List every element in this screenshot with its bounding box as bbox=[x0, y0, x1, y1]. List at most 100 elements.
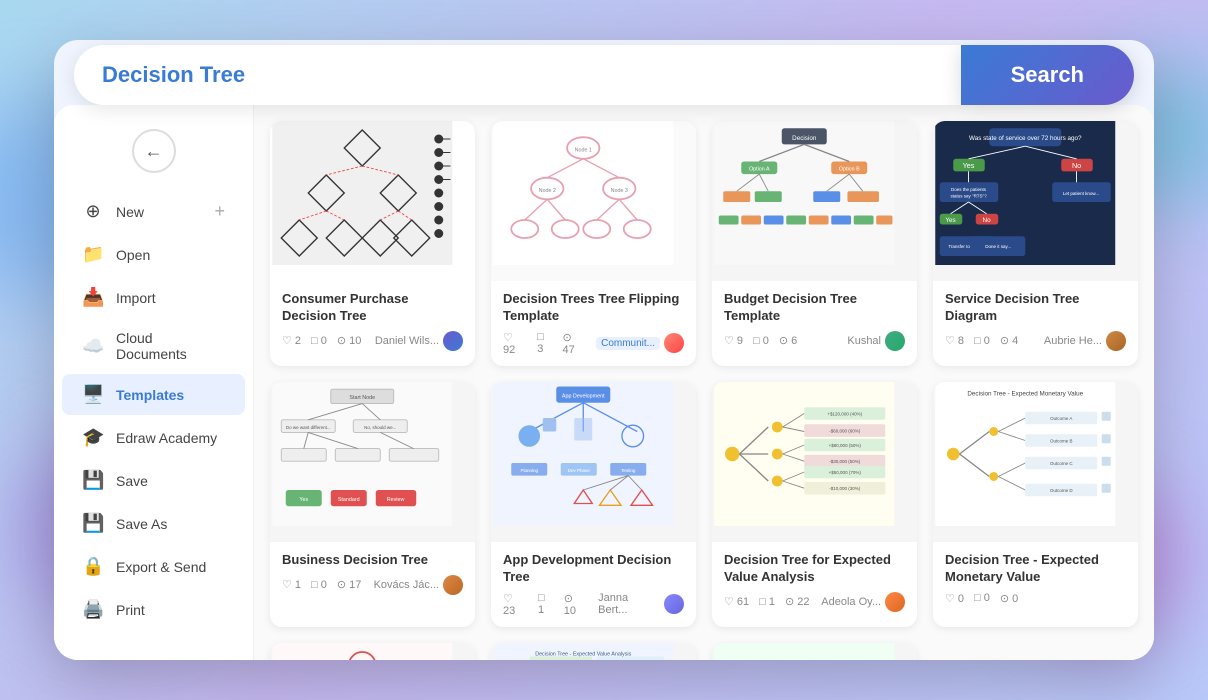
svg-text:No, should we...: No, should we... bbox=[364, 425, 396, 430]
sidebar-item-academy[interactable]: 🎓 Edraw Academy bbox=[62, 417, 245, 458]
card-meta-4: ♡ 8 □ 0 ⊙ 4 Aubrie He... bbox=[945, 331, 1126, 351]
sidebar-item-label: New bbox=[116, 204, 144, 220]
svg-text:Testing: Testing bbox=[621, 468, 636, 473]
card-thumbnail-4: Was state of service over 72 hours ago? … bbox=[933, 121, 1138, 281]
likes-1: ♡ 2 bbox=[282, 334, 301, 347]
comments-6: □ 1 bbox=[538, 592, 554, 616]
card-meta-2: ♡ 92 □ 3 ⊙ 47 Communit... bbox=[503, 331, 684, 356]
template-card-5[interactable]: Start Node Do we want different... No, s… bbox=[270, 382, 475, 627]
card-title-6: App Development Decision Tree bbox=[503, 552, 684, 586]
templates-grid: Consumer Purchase Decision Tree ♡ 2 □ 0 … bbox=[270, 121, 1138, 660]
sidebar-item-export[interactable]: 🔒 Export & Send bbox=[62, 546, 245, 587]
template-card-8[interactable]: Decision Tree - Expected Monetary Value bbox=[933, 382, 1138, 627]
search-input-wrapper bbox=[74, 45, 961, 105]
template-card-2[interactable]: Node 1 Node 2 Node 3 Decision Trees Tree… bbox=[491, 121, 696, 366]
card-title-3: Budget Decision Tree Template bbox=[724, 291, 905, 325]
likes-6: ♡ 23 bbox=[503, 592, 528, 617]
sidebar-item-label: Import bbox=[116, 290, 156, 306]
avatar-6 bbox=[664, 594, 684, 614]
card-info-8: Decision Tree - Expected Monetary Value … bbox=[933, 542, 1138, 615]
card-info-7: Decision Tree for Expected Value Analysi… bbox=[712, 542, 917, 622]
comments-2: □ 3 bbox=[537, 331, 552, 355]
template-card-9[interactable]: Start A B bbox=[270, 643, 475, 660]
template-card-4[interactable]: Was state of service over 72 hours ago? … bbox=[933, 121, 1138, 366]
template-card-7[interactable]: +$120,000 (40%) -$60,000 (60%) +$80,000 … bbox=[712, 382, 917, 627]
likes-4: ♡ 8 bbox=[945, 334, 964, 347]
template-card-3[interactable]: Decision Option A Option B bbox=[712, 121, 917, 366]
card-title-4: Service Decision Tree Diagram bbox=[945, 291, 1126, 325]
views-6: ⊙ 10 bbox=[564, 592, 588, 617]
svg-text:Outcome D: Outcome D bbox=[1050, 488, 1074, 493]
search-bar-area: Search bbox=[54, 40, 1154, 120]
svg-text:No: No bbox=[1072, 161, 1081, 170]
search-input[interactable] bbox=[102, 62, 933, 88]
card-meta-6: ♡ 23 □ 1 ⊙ 10 Janna Bert... bbox=[503, 592, 684, 617]
main-window: Search ← ⊕ New + 📁 Open 📥 Import ☁️ Clou… bbox=[54, 40, 1154, 660]
views-7: ⊙ 22 bbox=[785, 595, 810, 608]
sidebar-item-new[interactable]: ⊕ New + bbox=[62, 191, 245, 232]
sidebar-item-open[interactable]: 📁 Open bbox=[62, 234, 245, 275]
card-title-1: Consumer Purchase Decision Tree bbox=[282, 291, 463, 325]
views-3: ⊙ 6 bbox=[779, 334, 797, 347]
import-icon: 📥 bbox=[82, 287, 104, 308]
svg-text:+$120,000 (40%): +$120,000 (40%) bbox=[827, 411, 862, 416]
sidebar-item-templates[interactable]: 🖥️ Templates bbox=[62, 374, 245, 415]
author-1: Daniel Wils... bbox=[375, 331, 463, 351]
sidebar-item-import[interactable]: 📥 Import bbox=[62, 277, 245, 318]
open-icon: 📁 bbox=[82, 244, 104, 265]
svg-text:Node 3: Node 3 bbox=[611, 188, 628, 194]
views-8: ⊙ 0 bbox=[1000, 592, 1018, 605]
svg-text:Outcome B: Outcome B bbox=[1050, 438, 1073, 443]
svg-text:Yes: Yes bbox=[945, 217, 955, 224]
sidebar-item-label: Print bbox=[116, 602, 145, 618]
svg-text:Does the patients: Does the patients bbox=[951, 187, 987, 192]
likes-2: ♡ 92 bbox=[503, 331, 527, 356]
card-meta-8: ♡ 0 □ 0 ⊙ 0 bbox=[945, 592, 1126, 605]
card-meta-7: ♡ 61 □ 1 ⊙ 22 Adeola Oy... bbox=[724, 592, 905, 612]
author-3: Kushal bbox=[847, 331, 905, 351]
template-card-1[interactable]: Consumer Purchase Decision Tree ♡ 2 □ 0 … bbox=[270, 121, 475, 366]
search-button[interactable]: Search bbox=[961, 45, 1134, 105]
template-card-11[interactable]: Decision bbox=[712, 643, 917, 660]
svg-text:Yes: Yes bbox=[963, 161, 975, 170]
svg-text:Node 1: Node 1 bbox=[575, 148, 592, 154]
sidebar-item-label: Templates bbox=[116, 387, 184, 403]
template-card-6[interactable]: App Development bbox=[491, 382, 696, 627]
avatar-7 bbox=[885, 592, 905, 612]
sidebar-item-label: Save bbox=[116, 473, 148, 489]
card-info-2: Decision Trees Tree Flipping Template ♡ … bbox=[491, 281, 696, 366]
svg-text:-$10,000 (30%): -$10,000 (30%) bbox=[829, 486, 861, 491]
svg-text:Decision: Decision bbox=[792, 135, 817, 142]
svg-text:Standard: Standard bbox=[338, 497, 360, 503]
svg-text:+$50,000 (70%): +$50,000 (70%) bbox=[829, 470, 862, 475]
views-4: ⊙ 4 bbox=[1000, 334, 1018, 347]
svg-text:Yes: Yes bbox=[299, 497, 308, 503]
card-thumbnail-1 bbox=[270, 121, 475, 281]
card-info-5: Business Decision Tree ♡ 1 □ 0 ⊙ 17 Ková… bbox=[270, 542, 475, 605]
templates-icon: 🖥️ bbox=[82, 384, 104, 405]
comments-4: □ 0 bbox=[974, 335, 990, 347]
svg-text:App Development: App Development bbox=[562, 393, 605, 399]
template-card-10[interactable]: Decision Tree - Expected Value Analysis … bbox=[491, 643, 696, 660]
svg-text:Option A: Option A bbox=[749, 167, 770, 173]
svg-text:Review: Review bbox=[387, 497, 405, 503]
card-thumbnail-5: Start Node Do we want different... No, s… bbox=[270, 382, 475, 542]
sidebar-item-print[interactable]: 🖨️ Print bbox=[62, 589, 245, 630]
card-meta-3: ♡ 9 □ 0 ⊙ 6 Kushal bbox=[724, 331, 905, 351]
sidebar-item-cloud[interactable]: ☁️ Cloud Documents bbox=[62, 320, 245, 372]
svg-text:+$80,000 (50%): +$80,000 (50%) bbox=[829, 443, 862, 448]
svg-text:-$60,000 (60%): -$60,000 (60%) bbox=[829, 428, 861, 433]
svg-text:Done it say...: Done it say... bbox=[985, 244, 1011, 249]
card-title-7: Decision Tree for Expected Value Analysi… bbox=[724, 552, 905, 586]
back-button[interactable]: ← bbox=[132, 129, 176, 173]
avatar-5 bbox=[443, 575, 463, 595]
sidebar-item-saveas[interactable]: 💾 Save As bbox=[62, 503, 245, 544]
svg-text:status say "RTS"?: status say "RTS"? bbox=[950, 194, 987, 199]
card-thumbnail-6: App Development bbox=[491, 382, 696, 542]
avatar-3 bbox=[885, 331, 905, 351]
new-plus-icon: + bbox=[214, 201, 225, 222]
likes-7: ♡ 61 bbox=[724, 595, 749, 608]
sidebar-item-save[interactable]: 💾 Save bbox=[62, 460, 245, 501]
cloud-icon: ☁️ bbox=[82, 336, 104, 357]
sidebar: ← ⊕ New + 📁 Open 📥 Import ☁️ Cloud Docum… bbox=[54, 105, 254, 660]
